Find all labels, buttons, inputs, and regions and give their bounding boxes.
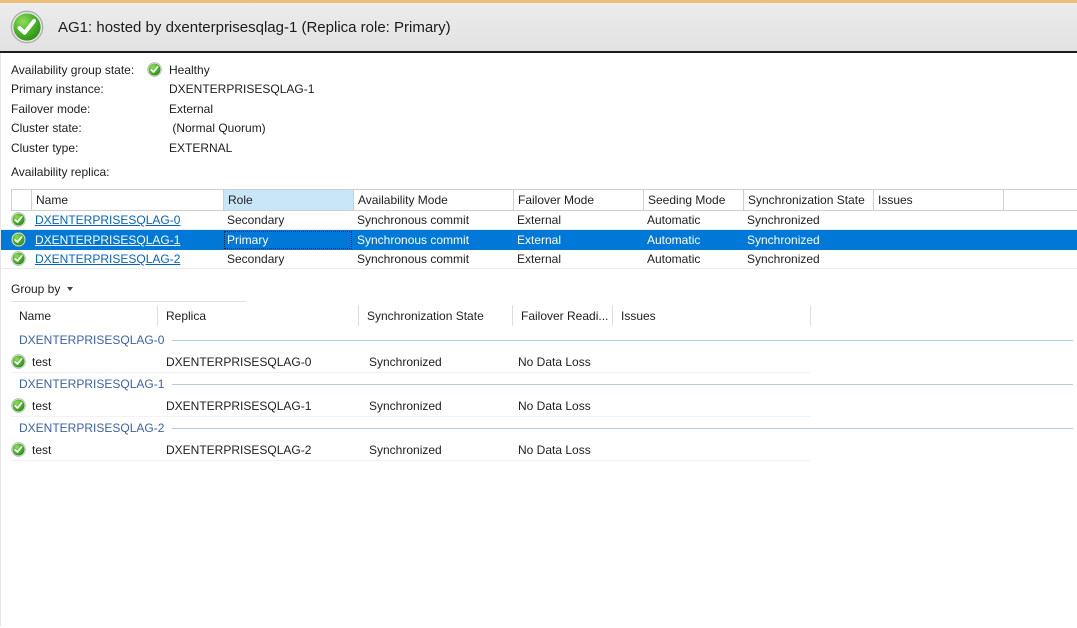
group-name: DXENTERPRISESQLAG-0 — [11, 333, 164, 347]
synchronization-state-cell: Synchronized — [743, 213, 873, 227]
group-header: DXENTERPRISESQLAG-0 — [11, 329, 1073, 351]
green-check-icon — [11, 354, 26, 369]
role-cell: Secondary — [223, 250, 353, 269]
groupby-toolbar: Group by — [11, 279, 246, 302]
column-header-synchronization-state[interactable]: Synchronization State — [744, 190, 874, 210]
green-check-icon — [11, 212, 26, 227]
dashboard-header: AG1: hosted by dxenterprisesqlag-1 (Repl… — [0, 3, 1077, 53]
summary-value: DXENTERPRISESQLAG-1 — [169, 82, 314, 96]
summary-value: EXTERNAL — [169, 141, 232, 155]
availability-mode-cell: Synchronous commit — [353, 213, 513, 227]
column-header-replica[interactable]: Replica — [158, 305, 359, 326]
group-rule-line — [172, 428, 1073, 429]
column-header-failover-mode[interactable]: Failover Mode — [514, 190, 644, 210]
summary-row-failover-mode: Failover mode: External — [11, 99, 1077, 119]
group-name: DXENTERPRISESQLAG-1 — [11, 377, 164, 391]
failover-readiness-cell: No Data Loss — [513, 443, 613, 457]
replica-row[interactable]: DXENTERPRISESQLAG-2 Secondary Synchronou… — [1, 250, 1077, 270]
column-header-availability-mode[interactable]: Availability Mode — [354, 190, 514, 210]
database-name: test — [32, 399, 51, 413]
database-name: test — [32, 443, 51, 457]
column-header-issues[interactable]: Issues — [874, 190, 1004, 210]
summary-label: Cluster state: — [11, 121, 147, 135]
database-row[interactable]: test DXENTERPRISESQLAG-1 Synchronized No… — [11, 395, 811, 417]
column-header-role[interactable]: Role — [224, 190, 354, 210]
green-check-icon — [11, 442, 26, 457]
databases-grid: Name Replica Synchronization State Failo… — [11, 302, 1077, 461]
replica-name-link[interactable]: DXENTERPRISESQLAG-0 — [35, 213, 180, 227]
failover-readiness-cell: No Data Loss — [513, 399, 613, 413]
replica-cell: DXENTERPRISESQLAG-2 — [158, 443, 359, 457]
healthy-status-icon-slot — [147, 62, 169, 77]
synchronization-state-cell: Synchronized — [359, 355, 513, 369]
seeding-mode-cell: Automatic — [643, 252, 743, 266]
synchronization-state-cell: Synchronized — [359, 443, 513, 457]
replica-grid: Name Role Availability Mode Failover Mod… — [1, 189, 1077, 270]
replica-cell: DXENTERPRISESQLAG-0 — [158, 355, 359, 369]
group-header: DXENTERPRISESQLAG-2 — [11, 417, 1073, 439]
column-header-name[interactable]: Name — [32, 190, 224, 210]
ag-summary: Availability group state: Healthy Primar… — [1, 53, 1077, 158]
failover-mode-cell: External — [513, 233, 643, 247]
groupby-dropdown[interactable]: Group by — [11, 280, 77, 300]
failover-readiness-cell: No Data Loss — [513, 355, 613, 369]
green-check-icon — [11, 398, 26, 413]
summary-label: Primary instance: — [11, 82, 147, 96]
summary-label: Cluster type: — [11, 141, 147, 155]
green-check-icon — [10, 10, 44, 44]
summary-row-primary-instance: Primary instance: DXENTERPRISESQLAG-1 — [11, 80, 1077, 100]
page-title: AG1: hosted by dxenterprisesqlag-1 (Repl… — [58, 19, 451, 36]
chevron-down-icon — [67, 287, 73, 291]
column-header-seeding-mode[interactable]: Seeding Mode — [644, 190, 744, 210]
availability-mode-cell: Synchronous commit — [353, 252, 513, 266]
summary-value: Healthy — [169, 63, 210, 77]
group-header: DXENTERPRISESQLAG-1 — [11, 373, 1073, 395]
summary-label: Failover mode: — [11, 102, 147, 116]
green-check-icon — [11, 251, 26, 266]
synchronization-state-cell: Synchronized — [743, 233, 873, 247]
group-rule-line — [172, 340, 1073, 341]
database-row[interactable]: test DXENTERPRISESQLAG-2 Synchronized No… — [11, 439, 811, 461]
replica-row[interactable]: DXENTERPRISESQLAG-0 Secondary Synchronou… — [1, 211, 1077, 231]
column-header-synchronization-state[interactable]: Synchronization State — [359, 305, 513, 326]
failover-mode-cell: External — [513, 213, 643, 227]
seeding-mode-cell: Automatic — [643, 233, 743, 247]
column-header-failover-readiness[interactable]: Failover Readi... — [513, 305, 613, 326]
status-column-header[interactable] — [12, 190, 32, 210]
availability-replica-section-label: Availability replica: — [11, 165, 1077, 183]
synchronization-state-cell: Synchronized — [743, 252, 873, 266]
group-rule-line — [172, 384, 1073, 385]
failover-mode-cell: External — [513, 252, 643, 266]
groupby-label: Group by — [11, 282, 60, 296]
database-name: test — [32, 355, 51, 369]
summary-label: Availability group state: — [11, 63, 147, 77]
database-row[interactable]: test DXENTERPRISESQLAG-0 Synchronized No… — [11, 351, 811, 373]
synchronization-state-cell: Synchronized — [359, 399, 513, 413]
column-header-name[interactable]: Name — [11, 305, 158, 326]
replica-row-selected[interactable]: DXENTERPRISESQLAG-1 Primary Synchronous … — [1, 230, 1077, 250]
summary-row-cluster-state: Cluster state: (Normal Quorum) — [11, 119, 1077, 139]
databases-grid-header: Name Replica Synchronization State Failo… — [11, 302, 1073, 329]
green-check-icon — [147, 62, 162, 77]
summary-value: (Normal Quorum) — [169, 121, 266, 135]
replica-cell: DXENTERPRISESQLAG-1 — [158, 399, 359, 413]
availability-mode-cell: Synchronous commit — [353, 233, 513, 247]
summary-value: External — [169, 102, 213, 116]
summary-row-state: Availability group state: Healthy — [11, 60, 1077, 80]
role-cell-focused: Primary — [223, 230, 353, 250]
seeding-mode-cell: Automatic — [643, 213, 743, 227]
role-cell: Secondary — [223, 211, 353, 230]
replica-name-link[interactable]: DXENTERPRISESQLAG-2 — [35, 252, 180, 266]
summary-row-cluster-type: Cluster type: EXTERNAL — [11, 138, 1077, 158]
replica-name-link[interactable]: DXENTERPRISESQLAG-1 — [35, 233, 180, 247]
replica-grid-header: Name Role Availability Mode Failover Mod… — [11, 189, 1077, 211]
green-check-icon — [11, 232, 26, 247]
column-header-issues[interactable]: Issues — [613, 305, 811, 326]
group-name: DXENTERPRISESQLAG-2 — [11, 421, 164, 435]
